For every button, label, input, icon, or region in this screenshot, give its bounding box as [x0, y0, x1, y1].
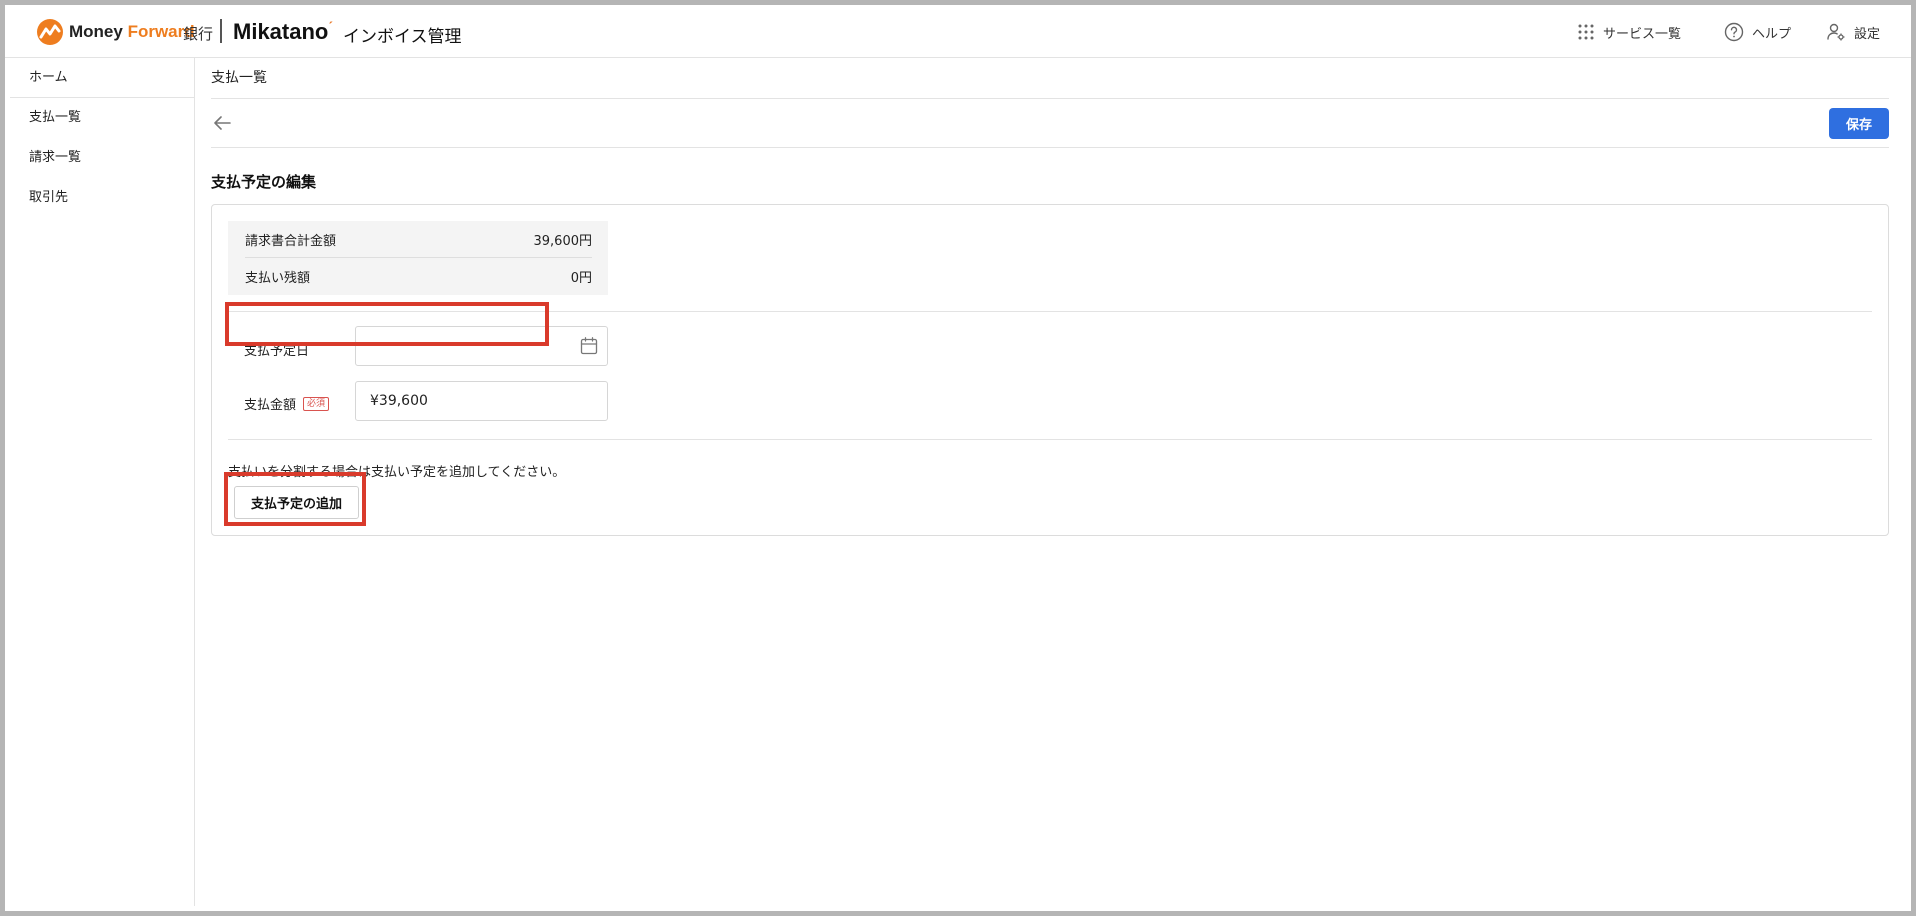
sidebar-item-invoices[interactable]: 請求一覧 — [10, 138, 194, 178]
main-content: 支払一覧 保存 支払予定の編集 請求書合計金額 39,600円 支払い残額 0円 — [196, 58, 1906, 906]
brand-mikatano: Mikatanoˊ — [233, 19, 334, 44]
breadcrumb-payments[interactable]: 支払一覧 — [211, 70, 267, 86]
services-menu[interactable]: サービス一覧 — [1577, 21, 1681, 43]
sidebar-item-partners[interactable]: 取引先 — [10, 178, 194, 218]
save-button[interactable]: 保存 — [1829, 108, 1889, 139]
back-arrow-icon[interactable] — [211, 112, 233, 134]
settings-menu[interactable]: 設定 — [1826, 21, 1880, 43]
help-icon — [1724, 22, 1744, 42]
remaining-label: 支払い残額 — [245, 271, 311, 286]
payment-amount-label-group: 支払金額 必須 — [244, 394, 330, 413]
help-menu[interactable]: ヘルプ — [1724, 21, 1791, 43]
payment-date-input[interactable] — [355, 326, 608, 366]
payment-amount-label: 支払金額 — [244, 398, 297, 413]
brand-product-name: インボイス管理 — [343, 27, 462, 47]
amount-summary: 請求書合計金額 39,600円 支払い残額 0円 — [228, 221, 608, 295]
settings-label: 設定 — [1854, 26, 1881, 42]
divider — [228, 311, 1872, 312]
required-badge: 必須 — [303, 396, 330, 411]
services-label: サービス一覧 — [1603, 26, 1682, 42]
sidebar-item-home[interactable]: ホーム — [10, 58, 194, 98]
money-forward-logo-icon — [37, 19, 63, 45]
brand-money-forward: Money Forward — [69, 22, 195, 41]
calendar-icon[interactable] — [579, 336, 599, 356]
divider — [228, 439, 1872, 440]
app-window: Money Forward 銀行 Mikatanoˊ インボイス管理 サービス一… — [0, 0, 1916, 916]
remaining-value: 0円 — [570, 271, 592, 286]
summary-row-remaining: 支払い残額 0円 — [245, 258, 592, 295]
summary-row-total: 請求書合計金額 39,600円 — [245, 221, 592, 258]
top-header: Money Forward 銀行 Mikatanoˊ インボイス管理 サービス一… — [5, 5, 1911, 58]
brand-bank: 銀行 — [183, 25, 214, 43]
user-settings-icon — [1827, 23, 1845, 41]
payment-date-label: 支払予定日 — [244, 344, 310, 359]
grid-icon — [1578, 24, 1594, 40]
split-payment-hint: 支払いを分割する場合は支払い予定を追加してください。 — [228, 465, 566, 480]
total-value: 39,600円 — [533, 233, 593, 249]
sidebar-item-payments[interactable]: 支払一覧 — [10, 98, 194, 138]
brand-separator — [220, 19, 222, 43]
sidebar: ホーム 支払一覧 請求一覧 取引先 — [10, 58, 195, 906]
payment-amount-input[interactable] — [355, 381, 608, 421]
total-label: 請求書合計金額 — [245, 233, 337, 249]
action-bar: 保存 — [211, 99, 1889, 148]
breadcrumb: 支払一覧 — [211, 58, 1889, 99]
add-payment-schedule-button[interactable]: 支払予定の追加 — [234, 486, 359, 519]
help-label: ヘルプ — [1752, 26, 1792, 42]
page-title: 支払予定の編集 — [211, 173, 317, 191]
payment-schedule-card: 請求書合計金額 39,600円 支払い残額 0円 支払予定日 支払金額 必須 ¥… — [211, 204, 1889, 536]
